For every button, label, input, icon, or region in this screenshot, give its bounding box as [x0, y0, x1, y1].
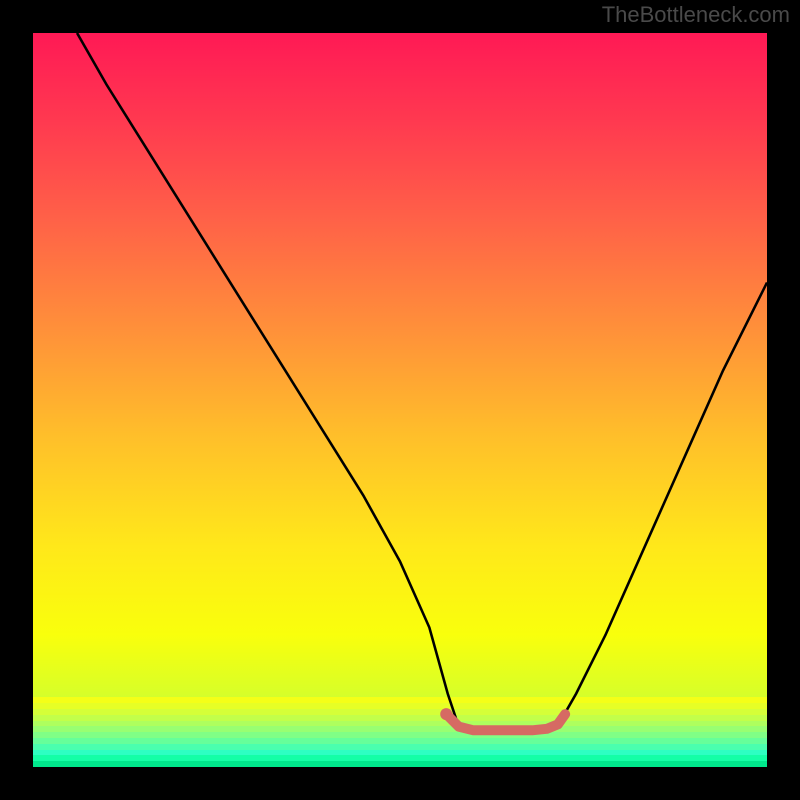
watermark-text: TheBottleneck.com [602, 2, 790, 28]
plot-area [33, 33, 767, 767]
main-curve [77, 33, 767, 730]
highlight-start-dot [440, 708, 452, 720]
chart-svg [33, 33, 767, 767]
highlight-segment [448, 714, 565, 730]
